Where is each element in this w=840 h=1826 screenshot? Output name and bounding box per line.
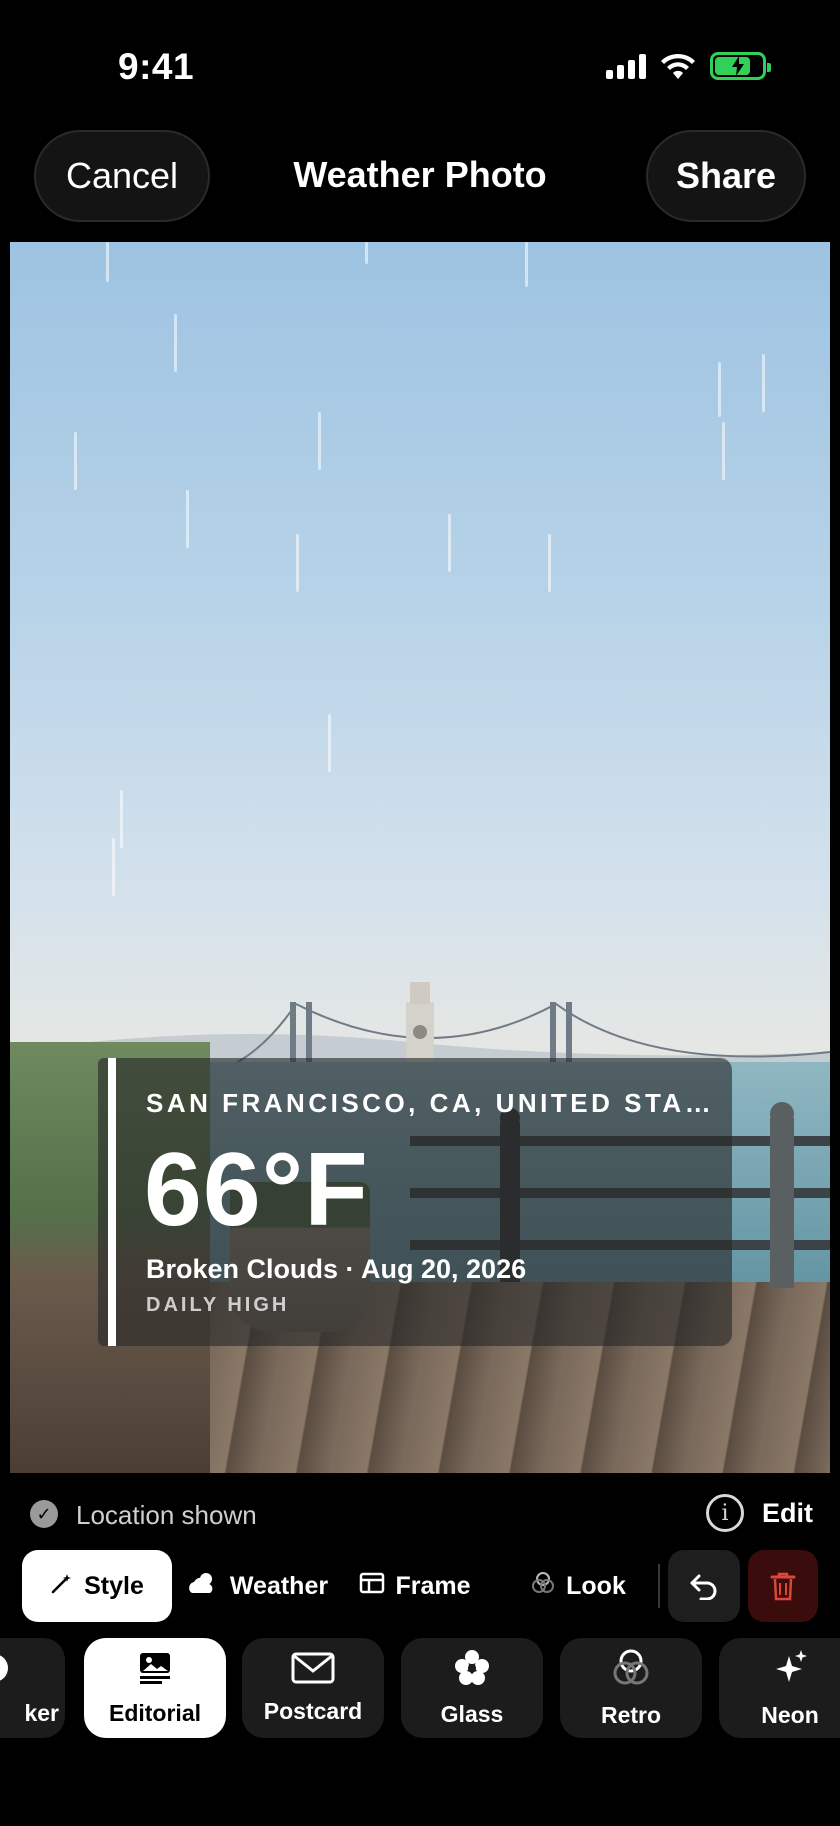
rain-streak [448,514,451,572]
sparkles-icon [771,1648,809,1696]
rain-streak [318,412,321,470]
chip-label: Retro [600,1701,662,1728]
rain-streak [762,354,765,412]
rain-streak [722,422,725,480]
chip-glass[interactable]: Glass [401,1638,543,1738]
location-shown-label[interactable]: Location shown [76,1500,257,1531]
status-bar: 9:41 [0,0,840,120]
edit-button[interactable]: Edit [762,1498,813,1529]
overlay-accent-bar [108,1058,116,1346]
tab-label: Look [566,1571,626,1600]
newspaper-icon [137,1650,173,1694]
chip-neon[interactable]: Neon [719,1638,840,1738]
tab-style[interactable]: Style [22,1550,172,1622]
cloud-sun-icon [186,1571,220,1602]
tab-label: Weather [229,1571,329,1600]
chip-label: Editorial [108,1699,201,1726]
flower-icon [453,1649,491,1695]
tab-divider [658,1564,660,1608]
rain-streak [112,838,115,896]
undo-icon [690,1574,717,1600]
cellular-signal-icon [606,53,646,79]
battery-icon [710,52,771,80]
overlay-location: SAN FRANCISCO, CA, UNITED STA… [146,1088,715,1118]
rain-streak [328,714,331,772]
rain-streak [365,242,368,264]
chip-label: Glass [440,1700,504,1727]
rain-streak [548,534,551,592]
location-row: ✓ Location shown i Edit [0,1490,840,1538]
circles-icon [530,1570,556,1603]
chip-sticker[interactable]: ker [0,1638,65,1738]
overlay-subtitle: DAILY HIGH [146,1294,290,1316]
wifi-icon [661,53,695,79]
trash-icon [770,1572,796,1601]
rain-streak [174,314,177,372]
tab-look[interactable]: Look [520,1550,636,1622]
style-chips: ker Editorial Postcard Glass Retro Neon [0,1638,840,1738]
magic-wand-icon [50,1571,74,1602]
tab-weather[interactable]: Weather [182,1550,332,1622]
tab-label: Frame [395,1571,471,1600]
status-time: 9:41 [118,46,195,87]
chip-retro[interactable]: Retro [560,1638,702,1738]
rain-streak [296,534,299,592]
envelope-icon [291,1652,335,1692]
chip-label: Neon [761,1701,819,1728]
rain-streak [106,242,109,282]
status-icons [606,52,771,80]
info-icon[interactable]: i [706,1494,744,1532]
overlay-description: Broken Clouds · Aug 20, 2026 [146,1254,527,1284]
overlay-temperature: 66°F [144,1132,369,1248]
editor-tabs: Style Weather Frame Look [0,1550,840,1622]
rain-streak [74,432,77,490]
frame-icon [359,1572,385,1601]
rain-streak [718,362,721,417]
sticker-icon [0,1650,12,1694]
chip-postcard[interactable]: Postcard [242,1638,384,1738]
circles-icon [611,1648,651,1696]
tab-frame[interactable]: Frame [350,1550,480,1622]
tab-label: Style [84,1571,144,1600]
undo-button[interactable] [668,1550,740,1622]
chip-editorial[interactable]: Editorial [84,1638,226,1738]
chip-label: Postcard [263,1697,363,1724]
rain-streak [120,790,123,848]
chip-label: ker [24,1699,59,1726]
rain-streak [525,242,528,287]
rain-streak [186,490,189,548]
delete-button[interactable] [748,1550,818,1622]
checkmark-icon[interactable]: ✓ [30,1500,58,1528]
share-button[interactable]: Share [646,130,806,222]
